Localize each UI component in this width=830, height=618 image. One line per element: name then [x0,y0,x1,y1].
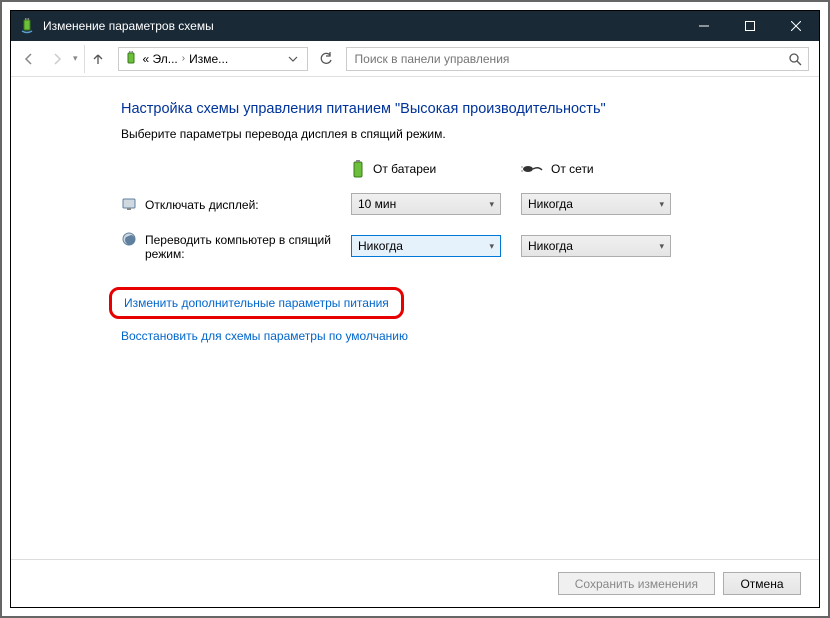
window: Изменение параметров схемы ▾ [10,10,820,608]
breadcrumb[interactable]: « Эл... › Изме... [118,47,308,71]
chevron-right-icon: › [182,53,185,64]
display-off-row: Отключать дисплей: 10 мин ▾ Никогда ▾ [121,193,795,215]
up-button[interactable] [84,45,112,73]
plug-icon [521,162,543,176]
search-input[interactable] [353,51,788,67]
chevron-down-icon: ▾ [659,241,664,252]
display-off-battery-select[interactable]: 10 мин ▾ [351,193,501,215]
columns-header: От батареи От сети [351,159,795,179]
breadcrumb-item[interactable]: « Эл... [143,52,178,66]
highlight-annotation: Изменить дополнительные параметры питани… [109,287,404,319]
chevron-down-icon: ▾ [489,241,494,252]
recent-dropdown-icon[interactable]: ▾ [71,53,80,64]
display-off-label: Отключать дисплей: [121,196,351,212]
back-button[interactable] [15,45,43,73]
search-icon[interactable] [788,52,802,66]
chevron-down-icon: ▾ [489,199,494,210]
battery-icon [351,159,365,179]
page-title: Настройка схемы управления питанием "Выс… [121,101,795,117]
save-button: Сохранить изменения [558,572,715,595]
window-controls [681,11,819,41]
battery-column-label: От батареи [373,162,436,176]
titlebar: Изменение параметров схемы [11,11,819,41]
sleep-label: Переводить компьютер в спящий режим: [121,231,351,261]
display-off-plugged-select[interactable]: Никогда ▾ [521,193,671,215]
content-area: Настройка схемы управления питанием "Выс… [11,77,819,559]
maximize-button[interactable] [727,11,773,41]
close-button[interactable] [773,11,819,41]
battery-column-header: От батареи [351,159,521,179]
power-options-icon [123,51,139,67]
sleep-plugged-select[interactable]: Никогда ▾ [521,235,671,257]
forward-button[interactable] [43,45,71,73]
footer: Сохранить изменения Отмена [11,559,819,607]
display-icon [121,196,137,212]
plugged-column-header: От сети [521,159,691,179]
sleep-icon [121,231,137,247]
search-box[interactable] [346,47,809,71]
advanced-settings-link[interactable]: Изменить дополнительные параметры питани… [124,296,389,310]
chevron-down-icon: ▾ [659,199,664,210]
cancel-button[interactable]: Отмена [723,572,801,595]
navbar: ▾ « Эл... › Изме... [11,41,819,77]
sleep-row: Переводить компьютер в спящий режим: Ник… [121,231,795,261]
window-title: Изменение параметров схемы [43,19,681,33]
page-description: Выберите параметры перевода дисплея в сп… [121,127,795,141]
restore-defaults-link[interactable]: Восстановить для схемы параметры по умол… [121,329,408,343]
refresh-button[interactable] [312,47,340,71]
chevron-down-icon[interactable] [283,54,303,64]
plugged-column-label: От сети [551,162,594,176]
links-area: Изменить дополнительные параметры питани… [121,287,795,357]
breadcrumb-item[interactable]: Изме... [189,52,228,66]
sleep-battery-select[interactable]: Никогда ▾ [351,235,501,257]
app-icon [19,18,35,34]
minimize-button[interactable] [681,11,727,41]
